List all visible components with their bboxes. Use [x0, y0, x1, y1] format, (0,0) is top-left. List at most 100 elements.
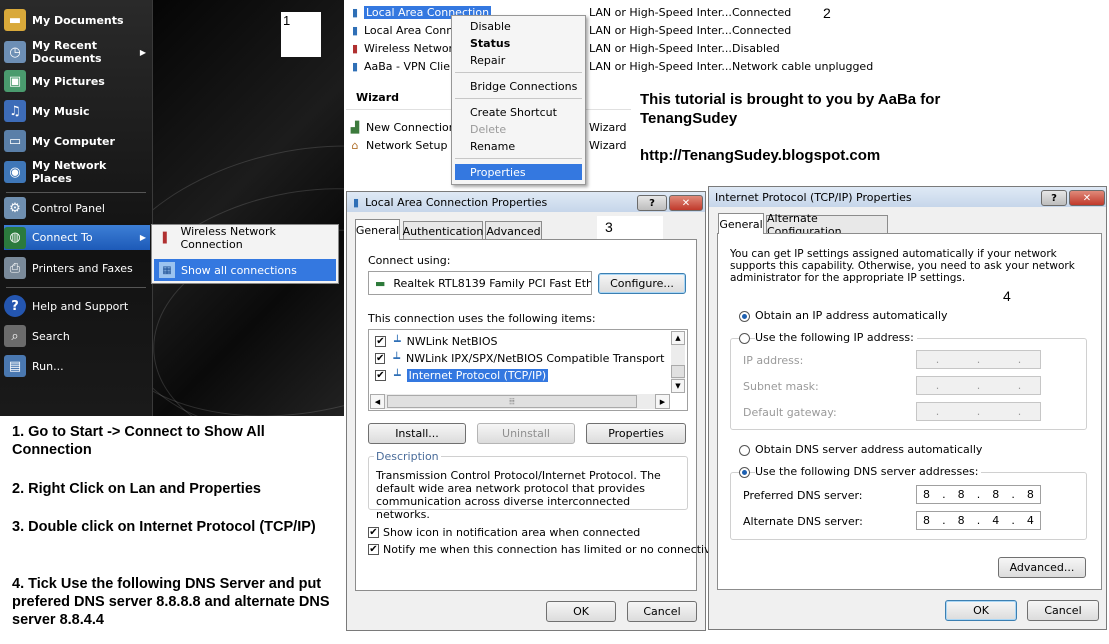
start-item-run[interactable]: ▤ Run... [4, 354, 150, 378]
connection-status: Connected [732, 24, 792, 37]
item-checkbox[interactable]: ✔ [375, 353, 386, 364]
vertical-scrollbar[interactable]: ▲ ▼ [671, 331, 685, 393]
submenu-arrow-icon: ▶ [139, 47, 146, 57]
start-item-help-and-support[interactable]: ? Help and Support [4, 294, 150, 318]
obtain-ip-radio[interactable] [739, 311, 750, 322]
close-button[interactable]: ✕ [1069, 190, 1105, 206]
instruction-step-1: 1. Go to Start -> Connect to Show All Co… [12, 424, 265, 458]
scroll-up-arrow-icon[interactable]: ▲ [671, 331, 685, 345]
menu-divider [455, 72, 582, 73]
start-item-my-pictures[interactable]: ▣ My Pictures [4, 69, 150, 93]
connection-type: LAN or High-Speed Inter... [589, 42, 732, 55]
show-icon-checkbox[interactable]: ✔ [368, 527, 379, 538]
submenu-show-all-connections[interactable]: ▦ Show all connections [154, 259, 336, 281]
start-item-my-documents[interactable]: ▬ My Documents [4, 8, 150, 32]
start-item-connect-to[interactable]: ◍ Connect To ▶ [4, 225, 150, 250]
desktop-background [153, 0, 344, 416]
recent-documents-icon: ◷ [4, 41, 26, 63]
start-item-my-recent-documents[interactable]: ◷ My Recent Documents ▶ [4, 37, 150, 67]
instruction-step-2: 2. Right Click on Lan and Properties [12, 481, 261, 497]
tutorial-url[interactable]: http://TenangSudey.blogspot.com [640, 147, 880, 164]
items-list: ✔ ┷ NWLink NetBIOS ✔ ┷ NWLink IPX/SPX/Ne… [368, 329, 688, 411]
start-item-printers-and-faxes[interactable]: ⎙ Printers and Faxes [4, 256, 150, 280]
ok-button[interactable]: OK [945, 600, 1017, 621]
connection-status: Disabled [732, 42, 780, 55]
preferred-dns-field[interactable]: 8. 8. 8. 8 [916, 485, 1041, 504]
submenu-wireless-network-connection[interactable]: ▌ Wireless Network Connection [154, 225, 336, 251]
use-dns-radio[interactable] [739, 467, 750, 478]
menu-item-properties[interactable]: Properties [455, 164, 582, 180]
menu-item-disable[interactable]: Disable [455, 18, 582, 34]
list-item[interactable]: ✔ ┷ NWLink NetBIOS [375, 334, 675, 349]
scrollbar-thumb[interactable]: ⦙⦙⦙ [387, 395, 637, 408]
scroll-down-arrow-icon[interactable]: ▼ [671, 379, 685, 393]
alternate-dns-field[interactable]: 8. 8. 4. 4 [916, 511, 1041, 530]
connection-row[interactable]: ▮ Wireless Network [350, 40, 459, 57]
list-item[interactable]: ✔ ┷ NWLink IPX/SPX/NetBIOS Compatible Tr… [375, 351, 669, 366]
advanced-button[interactable]: Advanced... [998, 557, 1086, 578]
menu-item-repair[interactable]: Repair [455, 52, 582, 68]
dialog-title: Internet Protocol (TCP/IP) Properties [715, 190, 912, 204]
start-item-control-panel[interactable]: ⚙ Control Panel [4, 196, 150, 220]
tab-authentication[interactable]: Authentication [403, 221, 483, 240]
cancel-button[interactable]: Cancel [627, 601, 697, 622]
wizard-type: Wizard [589, 121, 627, 134]
connection-row[interactable]: ▮ AaBa - VPN Client [350, 58, 461, 75]
obtain-dns-radio[interactable] [739, 445, 750, 456]
tab-general[interactable]: General [355, 219, 400, 240]
horizontal-scrollbar[interactable]: ◀ ⦙⦙⦙ ▶ [370, 394, 670, 409]
lan-connection-icon: ▮ [351, 24, 359, 37]
menu-item-status[interactable]: Status [455, 35, 582, 51]
connect-using-label: Connect using: [368, 254, 451, 267]
notify-checkbox[interactable]: ✔ [368, 544, 379, 555]
tab-alternate-configuration[interactable]: Alternate Configuration [766, 212, 888, 238]
network-protocol-icon: ┷ [393, 352, 401, 365]
help-button[interactable]: ? [637, 195, 667, 211]
list-item[interactable]: ✔ ┷ Internet Protocol (TCP/IP) [375, 368, 669, 383]
wizard-type: Wizard [589, 139, 627, 152]
general-tab-panel: Connect using: ▬ Realtek RTL8139 Family … [355, 239, 725, 591]
wizard-row[interactable]: ⌂ Network Setup Wi [348, 137, 465, 154]
cancel-button[interactable]: Cancel [1027, 600, 1099, 621]
menu-item-create-shortcut[interactable]: Create Shortcut [455, 104, 582, 120]
menu-item-rename[interactable]: Rename [455, 138, 582, 154]
scroll-right-arrow-icon[interactable]: ▶ [655, 394, 670, 409]
properties-button[interactable]: Properties [586, 423, 686, 444]
start-item-my-music[interactable]: ♫ My Music [4, 99, 150, 123]
start-item-my-computer[interactable]: ▭ My Computer [4, 129, 150, 153]
run-icon: ▤ [4, 355, 26, 377]
ok-button[interactable]: OK [546, 601, 616, 622]
scroll-left-arrow-icon[interactable]: ◀ [370, 394, 385, 409]
connection-type: LAN or High-Speed Inter... [589, 6, 732, 19]
item-checkbox[interactable]: ✔ [375, 370, 386, 381]
computer-icon: ▭ [4, 130, 26, 152]
scrollbar-thumb[interactable] [671, 365, 685, 378]
menu-item-bridge-connections[interactable]: Bridge Connections [455, 78, 582, 94]
control-panel-icon: ⚙ [4, 197, 26, 219]
tab-advanced[interactable]: Advanced [485, 221, 542, 240]
step-marker-1: 1 [283, 13, 291, 28]
folder-icon: ▬ [4, 9, 26, 31]
start-item-search[interactable]: ⌕ Search [4, 324, 150, 348]
step-marker-2: 2 [823, 5, 831, 21]
configure-button[interactable]: Configure... [598, 273, 686, 294]
ip-address-field: ... [916, 350, 1041, 369]
connection-status: Connected [732, 6, 792, 19]
notify-label: Notify me when this connection has limit… [383, 543, 725, 556]
step-marker-3: 3 [605, 219, 613, 235]
help-button[interactable]: ? [1041, 190, 1067, 206]
tab-general[interactable]: General [718, 213, 764, 234]
wizard-group-header: Wizard [356, 91, 400, 104]
step-marker-4: 4 [1003, 288, 1011, 304]
items-label: This connection uses the following items… [368, 312, 596, 325]
alternate-dns-label: Alternate DNS server: [743, 515, 863, 528]
start-item-my-network-places[interactable]: ◉ My Network Places [4, 157, 150, 187]
use-ip-radio[interactable] [739, 333, 750, 344]
connection-row[interactable]: ▮ Local Area Conne [350, 22, 460, 39]
item-checkbox[interactable]: ✔ [375, 336, 386, 347]
install-button[interactable]: Install... [368, 423, 466, 444]
close-button[interactable]: ✕ [669, 195, 703, 211]
network-connections-icon: ▦ [159, 262, 175, 278]
start-menu-divider [6, 192, 146, 193]
music-icon: ♫ [4, 100, 26, 122]
